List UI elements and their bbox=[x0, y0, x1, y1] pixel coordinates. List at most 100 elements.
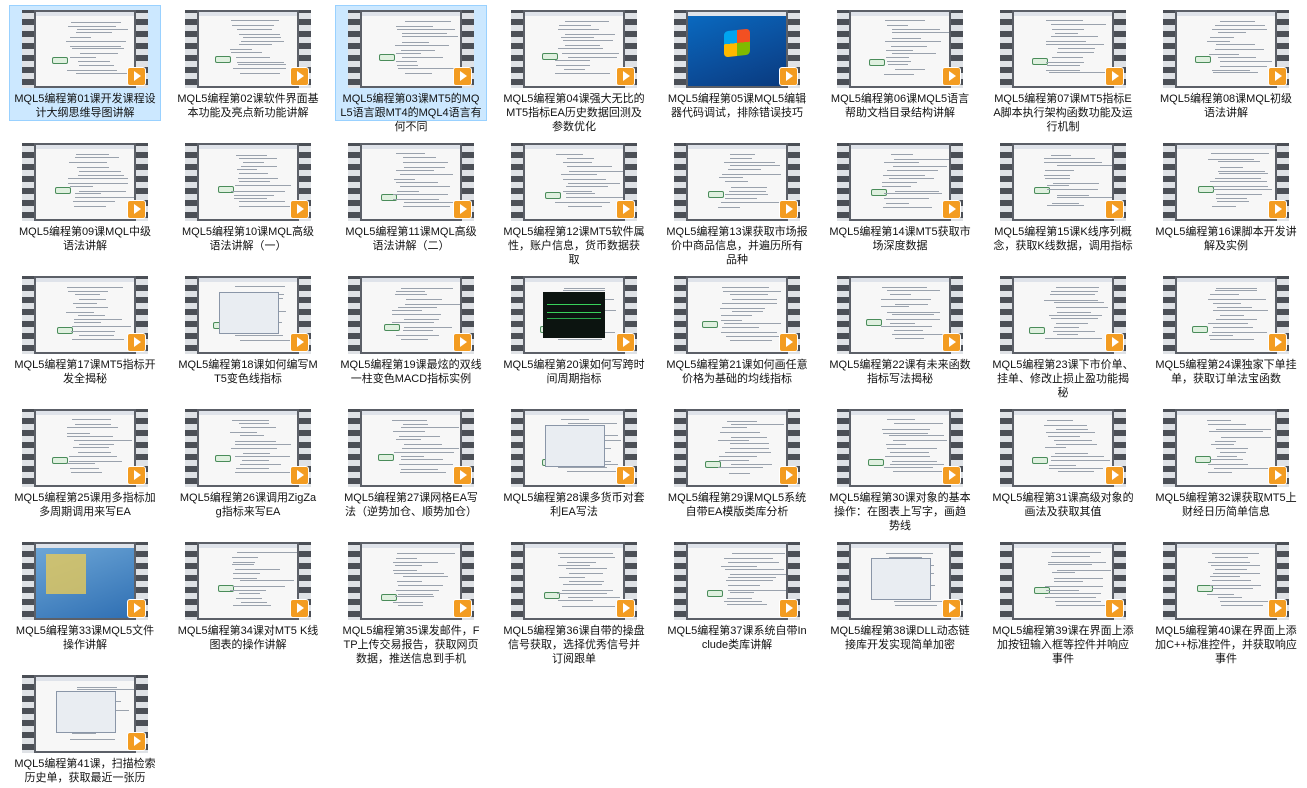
file-name-label: MQL5编程第26课调用ZigZag指标来写EA bbox=[179, 492, 317, 518]
video-file-item[interactable]: MQL5编程第02课软件界面基本功能及亮点新功能讲解 bbox=[173, 6, 323, 120]
video-file-item[interactable]: MQL5编程第19课最炫的双线一柱变色MACD指标实例 bbox=[336, 272, 486, 386]
play-icon bbox=[290, 67, 309, 86]
video-file-item[interactable]: MQL5编程第14课MT5获取市场深度数据 bbox=[825, 139, 975, 253]
file-name-label: MQL5编程第31课高级对象的画法及获取其值 bbox=[992, 492, 1134, 518]
video-thumbnail bbox=[1163, 143, 1289, 221]
video-file-item[interactable]: MQL5编程第33课MQL5文件操作讲解 bbox=[10, 538, 160, 652]
video-file-item[interactable]: MQL5编程第22课有未来函数指标写法揭秘 bbox=[825, 272, 975, 386]
video-file-item[interactable]: MQL5编程第32课获取MT5上财经日历简单信息 bbox=[1151, 405, 1301, 519]
video-thumbnail bbox=[185, 409, 311, 487]
video-thumbnail bbox=[511, 143, 637, 221]
video-thumbnail bbox=[22, 10, 148, 88]
video-file-item[interactable]: MQL5编程第28课多货币对套利EA写法 bbox=[499, 405, 649, 519]
video-file-item[interactable]: MQL5编程第40课在界面上添加C++标准控件，并获取响应事件 bbox=[1151, 538, 1301, 665]
video-thumbnail bbox=[674, 143, 800, 221]
file-name-label: MQL5编程第01课开发课程设计大纲思维导图讲解 bbox=[14, 93, 156, 119]
video-file-item[interactable]: MQL5编程第34课对MT5 K线图表的操作讲解 bbox=[173, 538, 323, 652]
video-file-item[interactable]: MQL5编程第39课在界面上添加按钮输入框等控件并响应事件 bbox=[988, 538, 1138, 665]
file-name-label: MQL5编程第32课获取MT5上财经日历简单信息 bbox=[1155, 492, 1297, 518]
video-file-item[interactable]: MQL5编程第20课如何写跨时间周期指标 bbox=[499, 272, 649, 386]
file-name-label: MQL5编程第09课MQL中级语法讲解 bbox=[18, 226, 152, 252]
file-name-label: MQL5编程第05课MQL5编辑器代码调试，排除错误技巧 bbox=[667, 93, 807, 119]
video-file-item[interactable]: MQL5编程第25课用多指标加多周期调用来写EA bbox=[10, 405, 160, 519]
video-file-item[interactable]: MQL5编程第38课DLL动态链接库开发实现简单加密 bbox=[825, 538, 975, 652]
play-icon bbox=[1268, 200, 1287, 219]
file-name-label: MQL5编程第06课MQL5语言帮助文档目录结构讲解 bbox=[830, 93, 970, 119]
video-thumbnail bbox=[674, 542, 800, 620]
file-name-label: MQL5编程第23课下市价单、挂单、修改止损止盈功能揭秘 bbox=[992, 359, 1134, 399]
file-name-label: MQL5编程第11课MQL高级语法讲解（二） bbox=[345, 226, 477, 252]
file-name-label: MQL5编程第20课如何写跨时间周期指标 bbox=[503, 359, 645, 385]
video-file-item[interactable]: MQL5编程第16课脚本开发讲解及实例 bbox=[1151, 139, 1301, 253]
play-icon bbox=[1268, 333, 1287, 352]
play-icon bbox=[453, 466, 472, 485]
file-name-label: MQL5编程第22课有未来函数指标写法揭秘 bbox=[829, 359, 971, 385]
video-file-item[interactable]: MQL5编程第05课MQL5编辑器代码调试，排除错误技巧 bbox=[662, 6, 812, 120]
windows-logo-icon bbox=[724, 28, 750, 58]
video-file-item[interactable]: MQL5编程第23课下市价单、挂单、修改止损止盈功能揭秘 bbox=[988, 272, 1138, 399]
play-icon bbox=[127, 732, 146, 751]
play-icon bbox=[779, 599, 798, 618]
video-file-item[interactable]: MQL5编程第29课MQL5系统自带EA模版类库分析 bbox=[662, 405, 812, 519]
file-name-label: MQL5编程第21课如何画任意价格为基础的均线指标 bbox=[666, 359, 808, 385]
play-icon bbox=[127, 599, 146, 618]
file-name-label: MQL5编程第27课网格EA写法（逆势加仓、顺势加仓） bbox=[344, 492, 478, 518]
video-file-item[interactable]: MQL5编程第08课MQL初级语法讲解 bbox=[1151, 6, 1301, 120]
video-thumbnail bbox=[1000, 409, 1126, 487]
video-file-item[interactable]: MQL5编程第03课MT5的MQL5语言跟MT4的MQL4语言有何不同 bbox=[335, 5, 487, 133]
video-file-item[interactable]: MQL5编程第41课，扫描检索历史单，获取最近一张历 bbox=[10, 671, 160, 785]
video-file-item[interactable]: MQL5编程第17课MT5指标开发全揭秘 bbox=[10, 272, 160, 386]
video-thumbnail bbox=[1000, 10, 1126, 88]
video-file-item[interactable]: MQL5编程第12课MT5软件属性，账户信息，货币数据获取 bbox=[499, 139, 649, 266]
video-file-item[interactable]: MQL5编程第36课自带的操盘信号获取，选择优秀信号并订阅跟单 bbox=[499, 538, 649, 665]
video-thumbnail bbox=[837, 542, 963, 620]
video-file-item[interactable]: MQL5编程第24课独家下单挂单，获取订单法宝函数 bbox=[1151, 272, 1301, 386]
video-thumbnail bbox=[837, 276, 963, 354]
file-name-label: MQL5编程第24课独家下单挂单，获取订单法宝函数 bbox=[1155, 359, 1297, 385]
file-name-label: MQL5编程第39课在界面上添加按钮输入框等控件并响应事件 bbox=[992, 625, 1134, 665]
video-file-item[interactable]: MQL5编程第10课MQL高级语法讲解（一） bbox=[173, 139, 323, 253]
video-file-item[interactable]: MQL5编程第11课MQL高级语法讲解（二） bbox=[336, 139, 486, 253]
video-thumbnail bbox=[1000, 143, 1126, 221]
video-file-item[interactable]: MQL5编程第31课高级对象的画法及获取其值 bbox=[988, 405, 1138, 519]
play-icon bbox=[453, 67, 472, 86]
video-thumbnail bbox=[185, 10, 311, 88]
video-file-item[interactable]: MQL5编程第06课MQL5语言帮助文档目录结构讲解 bbox=[825, 6, 975, 120]
video-file-item[interactable]: MQL5编程第13课获取市场报价中商品信息，并遍历所有品种 bbox=[662, 139, 812, 266]
video-file-item[interactable]: MQL5编程第15课K线序列概念，获取K线数据，调用指标 bbox=[988, 139, 1138, 253]
video-thumbnail bbox=[348, 409, 474, 487]
video-thumbnail bbox=[674, 409, 800, 487]
file-name-label: MQL5编程第03课MT5的MQL5语言跟MT4的MQL4语言有何不同 bbox=[340, 93, 482, 133]
play-icon bbox=[1105, 333, 1124, 352]
video-file-item[interactable]: MQL5编程第09课MQL中级语法讲解 bbox=[10, 139, 160, 253]
video-thumbnail bbox=[185, 542, 311, 620]
file-name-label: MQL5编程第37课系统自带Include类库讲解 bbox=[667, 625, 807, 651]
video-file-item[interactable]: MQL5编程第30课对象的基本操作：在图表上写字，画趋势线 bbox=[825, 405, 975, 532]
video-file-item[interactable]: MQL5编程第01课开发课程设计大纲思维导图讲解 bbox=[9, 5, 161, 121]
play-icon bbox=[127, 200, 146, 219]
video-file-item[interactable]: MQL5编程第35课发邮件，FTP上传交易报告，获取网页数据，推送信息到手机 bbox=[336, 538, 486, 665]
play-icon bbox=[1105, 599, 1124, 618]
file-name-label: MQL5编程第25课用多指标加多周期调用来写EA bbox=[14, 492, 156, 518]
video-thumbnail bbox=[22, 409, 148, 487]
video-file-item[interactable]: MQL5编程第18课如何编写MT5变色线指标 bbox=[173, 272, 323, 386]
file-name-label: MQL5编程第12课MT5软件属性，账户信息，货币数据获取 bbox=[503, 226, 645, 266]
play-icon bbox=[616, 333, 635, 352]
video-thumbnail bbox=[674, 10, 800, 88]
video-file-item[interactable]: MQL5编程第37课系统自带Include类库讲解 bbox=[662, 538, 812, 652]
video-file-item[interactable]: MQL5编程第04课强大无比的MT5指标EA历史数据回测及参数优化 bbox=[499, 6, 649, 133]
video-thumbnail bbox=[348, 10, 474, 88]
file-name-label: MQL5编程第04课强大无比的MT5指标EA历史数据回测及参数优化 bbox=[503, 93, 645, 133]
file-name-label: MQL5编程第02课软件界面基本功能及亮点新功能讲解 bbox=[177, 93, 319, 119]
video-file-item[interactable]: MQL5编程第21课如何画任意价格为基础的均线指标 bbox=[662, 272, 812, 386]
file-name-label: MQL5编程第34课对MT5 K线图表的操作讲解 bbox=[177, 625, 319, 651]
video-thumbnail bbox=[1000, 276, 1126, 354]
file-name-label: MQL5编程第17课MT5指标开发全揭秘 bbox=[14, 359, 156, 385]
video-file-item[interactable]: MQL5编程第26课调用ZigZag指标来写EA bbox=[173, 405, 323, 519]
play-icon bbox=[779, 333, 798, 352]
video-thumbnail bbox=[511, 409, 637, 487]
file-name-label: MQL5编程第38课DLL动态链接库开发实现简单加密 bbox=[830, 625, 970, 651]
video-file-item[interactable]: MQL5编程第27课网格EA写法（逆势加仓、顺势加仓） bbox=[336, 405, 486, 519]
file-name-label: MQL5编程第35课发邮件，FTP上传交易报告，获取网页数据，推送信息到手机 bbox=[342, 625, 480, 665]
video-file-item[interactable]: MQL5编程第07课MT5指标EA脚本执行架构函数功能及运行机制 bbox=[988, 6, 1138, 133]
